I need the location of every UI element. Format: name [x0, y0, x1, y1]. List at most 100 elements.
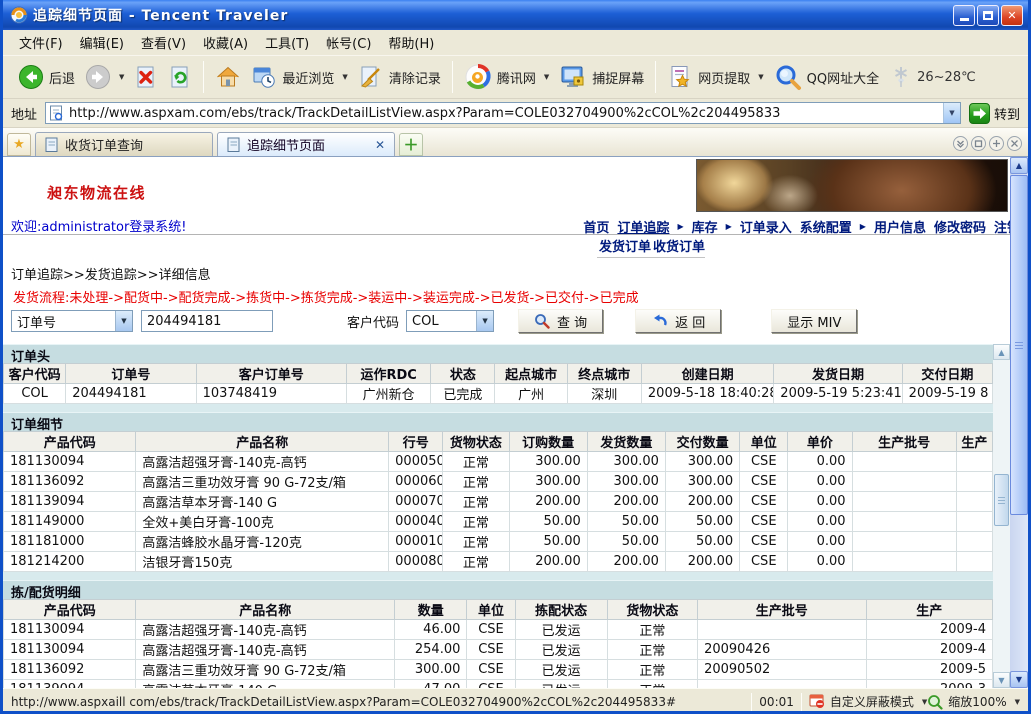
- weather-widget[interactable]: 26~28℃: [890, 65, 976, 89]
- browser-scrollbar[interactable]: ▲ ▼: [1010, 157, 1028, 688]
- nav-item[interactable]: 订单追踪: [617, 217, 669, 236]
- address-input[interactable]: http://www.aspxam.com/ebs/track/TrackDet…: [45, 102, 961, 124]
- new-tab-button[interactable]: ＋: [399, 133, 423, 156]
- table-cell: [956, 532, 992, 552]
- column-header: 单价: [788, 432, 852, 452]
- table-row: 181149000全效+美白牙膏-100克000040正常50.0050.005…: [4, 512, 993, 532]
- maximize-button[interactable]: [977, 5, 999, 26]
- table-cell: 高露洁超强牙膏-140克-高钙: [136, 640, 395, 660]
- column-header: 运作RDC: [347, 364, 431, 384]
- table-cell: 0.00: [788, 492, 852, 512]
- qq-nav-button[interactable]: QQ网址大全: [769, 61, 884, 93]
- nav-item[interactable]: 首页: [583, 217, 609, 236]
- return-button[interactable]: 返 回: [635, 309, 721, 333]
- minimize-button[interactable]: [953, 5, 975, 26]
- back-button[interactable]: 后退: [13, 62, 80, 92]
- table-cell: 正常: [607, 680, 697, 689]
- address-url-text[interactable]: http://www.aspxam.com/ebs/track/TrackDet…: [69, 106, 938, 121]
- go-button[interactable]: 转到: [969, 103, 1020, 124]
- menu-item[interactable]: 工具(T): [265, 33, 309, 52]
- scroll-down-icon[interactable]: ▼: [993, 672, 1010, 688]
- favorites-button[interactable]: ★: [7, 133, 31, 156]
- menu-item[interactable]: 收藏(A): [203, 33, 248, 52]
- nav-item[interactable]: 订单录入: [740, 217, 792, 236]
- show-miv-button[interactable]: 显示 MIV: [771, 309, 857, 333]
- table-cell: 000050: [389, 452, 443, 472]
- recent-dropdown-icon[interactable]: ▼: [342, 73, 347, 81]
- submenu-item[interactable]: 发货订单: [597, 239, 651, 258]
- tab-page-icon: [45, 137, 59, 153]
- column-header: 行号: [389, 432, 443, 452]
- status-separator: [751, 693, 752, 711]
- menu-item[interactable]: 帐号(C): [326, 33, 371, 52]
- nav-item[interactable]: 修改密码: [934, 217, 986, 236]
- tab-list-icon[interactable]: [953, 136, 968, 151]
- table-cell: 高露洁超强牙膏-140克-高钙: [136, 452, 389, 472]
- stop-button[interactable]: [129, 62, 163, 92]
- refresh-button[interactable]: [163, 62, 197, 92]
- table-cell: CSE: [467, 680, 515, 689]
- search-button[interactable]: 查 询: [518, 309, 603, 333]
- scroll-down-icon[interactable]: ▼: [1010, 671, 1028, 688]
- home-button[interactable]: [210, 62, 246, 92]
- order-field-select[interactable]: 订单号 ▼: [11, 310, 133, 332]
- order-no-input[interactable]: 204494181: [141, 310, 273, 332]
- close-tabs-icon[interactable]: [1007, 136, 1022, 151]
- forward-dropdown-icon[interactable]: ▼: [119, 73, 124, 81]
- table-cell: 103748419: [196, 384, 346, 404]
- inner-scrollbar[interactable]: ▲ ▼: [993, 344, 1010, 688]
- nav-item[interactable]: 用户信息: [874, 217, 926, 236]
- capture-screen-button[interactable]: 捕捉屏幕: [554, 62, 649, 92]
- table-cell: 200.00: [665, 552, 739, 572]
- recent-button[interactable]: 最近浏览 ▼: [246, 62, 352, 92]
- table-header-row: 客户代码订单号客户订单号运作RDC状态起点城市终点城市创建日期发货日期交付日期: [4, 364, 993, 384]
- address-dropdown-icon[interactable]: ▼: [943, 103, 960, 123]
- menu-item[interactable]: 查看(V): [141, 33, 186, 52]
- qq-logo-icon: [464, 63, 492, 91]
- tab-track-detail-page[interactable]: 追踪细节页面 ✕: [217, 132, 395, 156]
- restore-tab-icon[interactable]: [971, 136, 986, 151]
- table-cell: 200.00: [509, 492, 587, 512]
- table-cell: [956, 492, 992, 512]
- qq-site-button[interactable]: 腾讯网 ▼: [459, 61, 554, 93]
- submenu-item[interactable]: 收货订单: [651, 239, 705, 258]
- inner-scrollbar-thumb[interactable]: [994, 474, 1009, 526]
- window-title: 追踪细节页面 - Tencent Traveler: [33, 5, 951, 25]
- table-cell: 2009-5-18 18:40:28: [641, 384, 773, 404]
- zoom-control[interactable]: 缩放100% ▼: [927, 693, 1020, 710]
- breadcrumb: 订单追踪>>发货追踪>>详细信息: [11, 264, 211, 283]
- chevron-down-icon[interactable]: ▼: [115, 311, 132, 331]
- table-cell: 50.00: [665, 532, 739, 552]
- chevron-down-icon[interactable]: ▼: [476, 311, 493, 331]
- menu-item[interactable]: 编辑(E): [80, 33, 124, 52]
- close-button[interactable]: ✕: [1001, 5, 1023, 26]
- nav-item[interactable]: 库存: [692, 217, 718, 236]
- go-label: 转到: [994, 104, 1020, 123]
- table-cell: 000080: [389, 552, 443, 572]
- table-row: 181136092高露洁三重功效牙膏 90 G-72支/箱300.00CSE已发…: [4, 660, 993, 680]
- extract-dropdown-icon[interactable]: ▼: [758, 73, 763, 81]
- clear-records-button[interactable]: 清除记录: [353, 62, 446, 92]
- tab-close-icon[interactable]: ✕: [375, 138, 385, 152]
- nav-item[interactable]: 系统配置: [800, 217, 852, 236]
- block-mode-control[interactable]: 自定义屏蔽模式 ▼: [809, 693, 927, 710]
- table-cell: 300.00: [665, 452, 739, 472]
- customer-code-select[interactable]: COL ▼: [406, 310, 494, 332]
- forward-button[interactable]: ▼: [80, 62, 129, 92]
- menu-item[interactable]: 文件(F): [19, 33, 63, 52]
- column-header: 终点城市: [567, 364, 641, 384]
- tab-receiving-order-query[interactable]: 收货订单查询: [35, 132, 213, 156]
- scroll-up-icon[interactable]: ▲: [1010, 157, 1028, 174]
- scroll-up-icon[interactable]: ▲: [993, 344, 1010, 360]
- weather-label: 26~28℃: [917, 70, 976, 85]
- table-cell: 已发运: [515, 640, 607, 660]
- extract-page-button[interactable]: 网页提取 ▼: [662, 62, 768, 92]
- pin-tab-icon[interactable]: [989, 136, 1004, 151]
- qq-dropdown-icon[interactable]: ▼: [544, 73, 549, 81]
- zoom-dropdown-icon[interactable]: ▼: [1015, 698, 1020, 706]
- browser-scrollbar-thumb[interactable]: [1010, 175, 1028, 515]
- table-row: 181214200洁银牙膏150克000080正常200.00200.00200…: [4, 552, 993, 572]
- column-header: 客户订单号: [196, 364, 346, 384]
- table-cell: 0.00: [788, 512, 852, 532]
- menu-item[interactable]: 帮助(H): [388, 33, 434, 52]
